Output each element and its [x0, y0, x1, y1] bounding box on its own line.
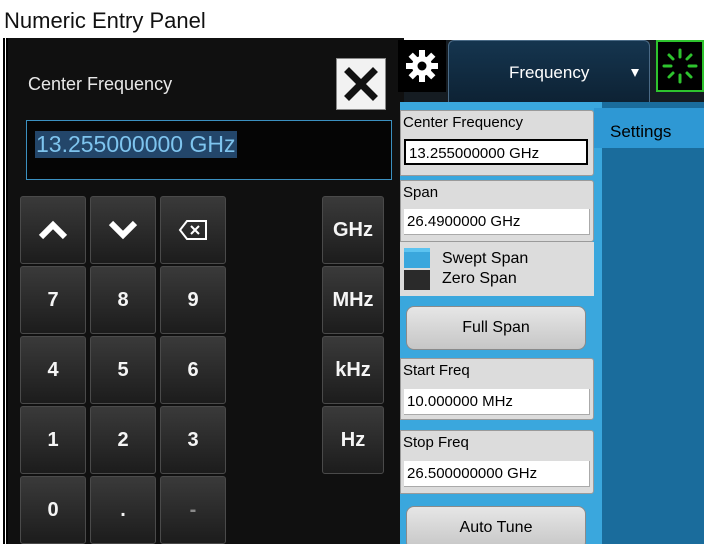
page-caption: Numeric Entry Panel: [4, 8, 206, 33]
numpad-title: Center Frequency: [28, 74, 173, 94]
auto-tune-button[interactable]: Auto Tune: [406, 506, 586, 544]
digit-key-4[interactable]: 4: [20, 336, 86, 404]
spinner-icon: [662, 48, 698, 84]
tab-frequency-label: Frequency: [509, 63, 590, 82]
value-entry-text: 13.255000000 GHz: [35, 131, 237, 158]
stop-frequency-value[interactable]: 26.500000000 GHz: [404, 461, 590, 487]
digit-key-8[interactable]: 8: [90, 266, 156, 334]
unit-key-khz[interactable]: kHz: [322, 336, 384, 404]
decimal-point-key[interactable]: .: [90, 476, 156, 544]
span-control[interactable]: Span 26.4900000 GHz: [400, 180, 594, 242]
settings-gear-button[interactable]: [398, 40, 446, 92]
dropdown-arrow-icon: [631, 69, 639, 77]
tab-settings-label: Settings: [610, 122, 672, 141]
digit-key-2[interactable]: 2: [90, 406, 156, 474]
start-frequency-value[interactable]: 10.000000 MHz: [404, 389, 590, 415]
minus-key[interactable]: -: [160, 476, 226, 544]
center-frequency-value[interactable]: 13.255000000 GHz: [404, 139, 588, 165]
span-value[interactable]: 26.4900000 GHz: [404, 209, 590, 235]
start-frequency-control[interactable]: Start Freq 10.000000 MHz: [400, 358, 594, 420]
numeric-entry-panel: Center Frequency 13.255000000 GHz GHz 7 …: [6, 38, 404, 544]
chevron-down-icon: [108, 220, 138, 240]
gear-icon: [406, 50, 438, 82]
value-entry-field[interactable]: 13.255000000 GHz: [26, 120, 392, 180]
digit-key-5[interactable]: 5: [90, 336, 156, 404]
swept-span-label[interactable]: Swept Span: [442, 250, 528, 268]
digit-key-7[interactable]: 7: [20, 266, 86, 334]
unit-key-mhz[interactable]: MHz: [322, 266, 384, 334]
span-mode-selector: Swept Span Zero Span: [400, 242, 594, 296]
zero-span-indicator[interactable]: [404, 270, 430, 290]
digit-key-6[interactable]: 6: [160, 336, 226, 404]
decrement-key[interactable]: [90, 196, 156, 264]
backspace-icon: [178, 220, 207, 240]
full-span-button[interactable]: Full Span: [406, 306, 586, 350]
digit-key-1[interactable]: 1: [20, 406, 86, 474]
swept-span-indicator[interactable]: [404, 248, 430, 268]
unit-key-ghz[interactable]: GHz: [322, 196, 384, 264]
center-frequency-label: Center Frequency: [403, 114, 524, 131]
center-frequency-control[interactable]: Center Frequency 13.255000000 GHz: [400, 110, 594, 176]
increment-key[interactable]: [20, 196, 86, 264]
stop-frequency-label: Stop Freq: [403, 434, 469, 451]
digit-key-3[interactable]: 3: [160, 406, 226, 474]
backspace-key[interactable]: [160, 196, 226, 264]
tab-frequency[interactable]: Frequency: [448, 40, 650, 102]
digit-key-9[interactable]: 9: [160, 266, 226, 334]
unit-key-hz[interactable]: Hz: [322, 406, 384, 474]
busy-indicator: [656, 40, 704, 92]
span-label: Span: [403, 184, 439, 201]
chevron-up-icon: [38, 220, 68, 240]
digit-key-0[interactable]: 0: [20, 476, 86, 544]
close-icon: [344, 67, 378, 101]
zero-span-label[interactable]: Zero Span: [442, 270, 517, 288]
close-button[interactable]: [336, 58, 386, 110]
start-frequency-label: Start Freq: [403, 362, 470, 379]
stop-frequency-control[interactable]: Stop Freq 26.500000000 GHz: [400, 430, 594, 494]
